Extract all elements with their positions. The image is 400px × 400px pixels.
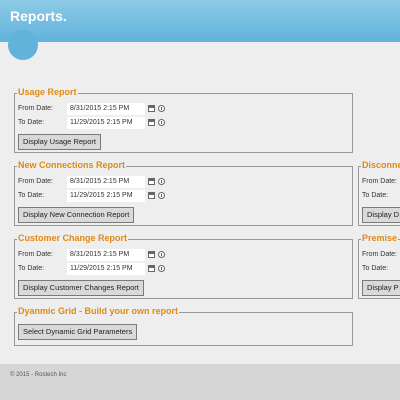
premise-report-panel: Premise From Date: To Date: Display P: [358, 232, 400, 299]
usage-report-legend: Usage Report: [17, 86, 78, 99]
copyright-text: © 2015 - Rostech Inc: [10, 372, 67, 378]
disconnect-report-panel: Disconne From Date: To Date: Display D: [358, 159, 400, 226]
new-connections-to-date-input[interactable]: [67, 190, 145, 202]
customer-change-from-date-input[interactable]: [67, 249, 145, 261]
header-bar: Reports.: [0, 0, 400, 42]
customer-change-legend: Customer Change Report: [17, 232, 129, 245]
premise-to-label: To Date:: [362, 265, 389, 272]
premise-legend: Premise: [361, 232, 399, 245]
clock-icon[interactable]: [158, 105, 165, 112]
premise-from-label: From Date:: [362, 251, 398, 258]
display-usage-report-button[interactable]: Display Usage Report: [18, 134, 101, 150]
usage-to-date-input[interactable]: [67, 117, 145, 129]
clock-icon[interactable]: [158, 119, 165, 126]
display-new-connection-report-button[interactable]: Display New Connection Report: [18, 207, 135, 223]
clock-icon[interactable]: [158, 251, 165, 258]
new-connections-from-label: From Date:: [18, 178, 54, 185]
select-dynamic-grid-parameters-button[interactable]: Select Dynamic Grid Parameters: [18, 324, 138, 340]
usage-from-label: From Date:: [18, 105, 54, 112]
new-connections-legend: New Connections Report: [17, 159, 127, 172]
new-connections-to-label: To Date:: [18, 192, 45, 199]
clock-icon[interactable]: [158, 178, 165, 185]
usage-report-panel: Usage Report From Date: To Date: Display…: [14, 86, 353, 153]
clock-icon[interactable]: [158, 265, 165, 272]
customer-change-to-date-input[interactable]: [67, 263, 145, 275]
customer-change-to-label: To Date:: [18, 265, 45, 272]
calendar-icon[interactable]: [148, 251, 155, 258]
customer-change-report-panel: Customer Change Report From Date: To Dat…: [14, 232, 353, 299]
calendar-icon[interactable]: [148, 119, 155, 126]
new-connections-report-panel: New Connections Report From Date: To Dat…: [14, 159, 353, 226]
page-title: Reports.: [10, 8, 67, 24]
clock-icon[interactable]: [158, 192, 165, 199]
customer-change-from-label: From Date:: [18, 251, 54, 258]
calendar-icon[interactable]: [148, 265, 155, 272]
display-customer-changes-report-button[interactable]: Display Customer Changes Report: [18, 280, 144, 296]
display-premise-report-button[interactable]: Display P: [362, 280, 400, 296]
header-decoration: [8, 30, 38, 60]
new-connections-from-date-input[interactable]: [67, 176, 145, 188]
usage-to-label: To Date:: [18, 119, 45, 126]
calendar-icon[interactable]: [148, 178, 155, 185]
usage-from-date-input[interactable]: [67, 103, 145, 115]
disconnect-from-label: From Date:: [362, 178, 398, 185]
dynamic-grid-legend: Dyanmic Grid - Build your own report: [17, 305, 180, 318]
calendar-icon[interactable]: [148, 192, 155, 199]
disconnect-legend: Disconne: [361, 159, 400, 172]
display-disconnect-report-button[interactable]: Display D: [362, 207, 400, 223]
disconnect-to-label: To Date:: [362, 192, 389, 199]
dynamic-grid-panel: Dyanmic Grid - Build your own report Sel…: [14, 305, 353, 346]
footer: © 2015 - Rostech Inc: [0, 364, 400, 400]
calendar-icon[interactable]: [148, 105, 155, 112]
